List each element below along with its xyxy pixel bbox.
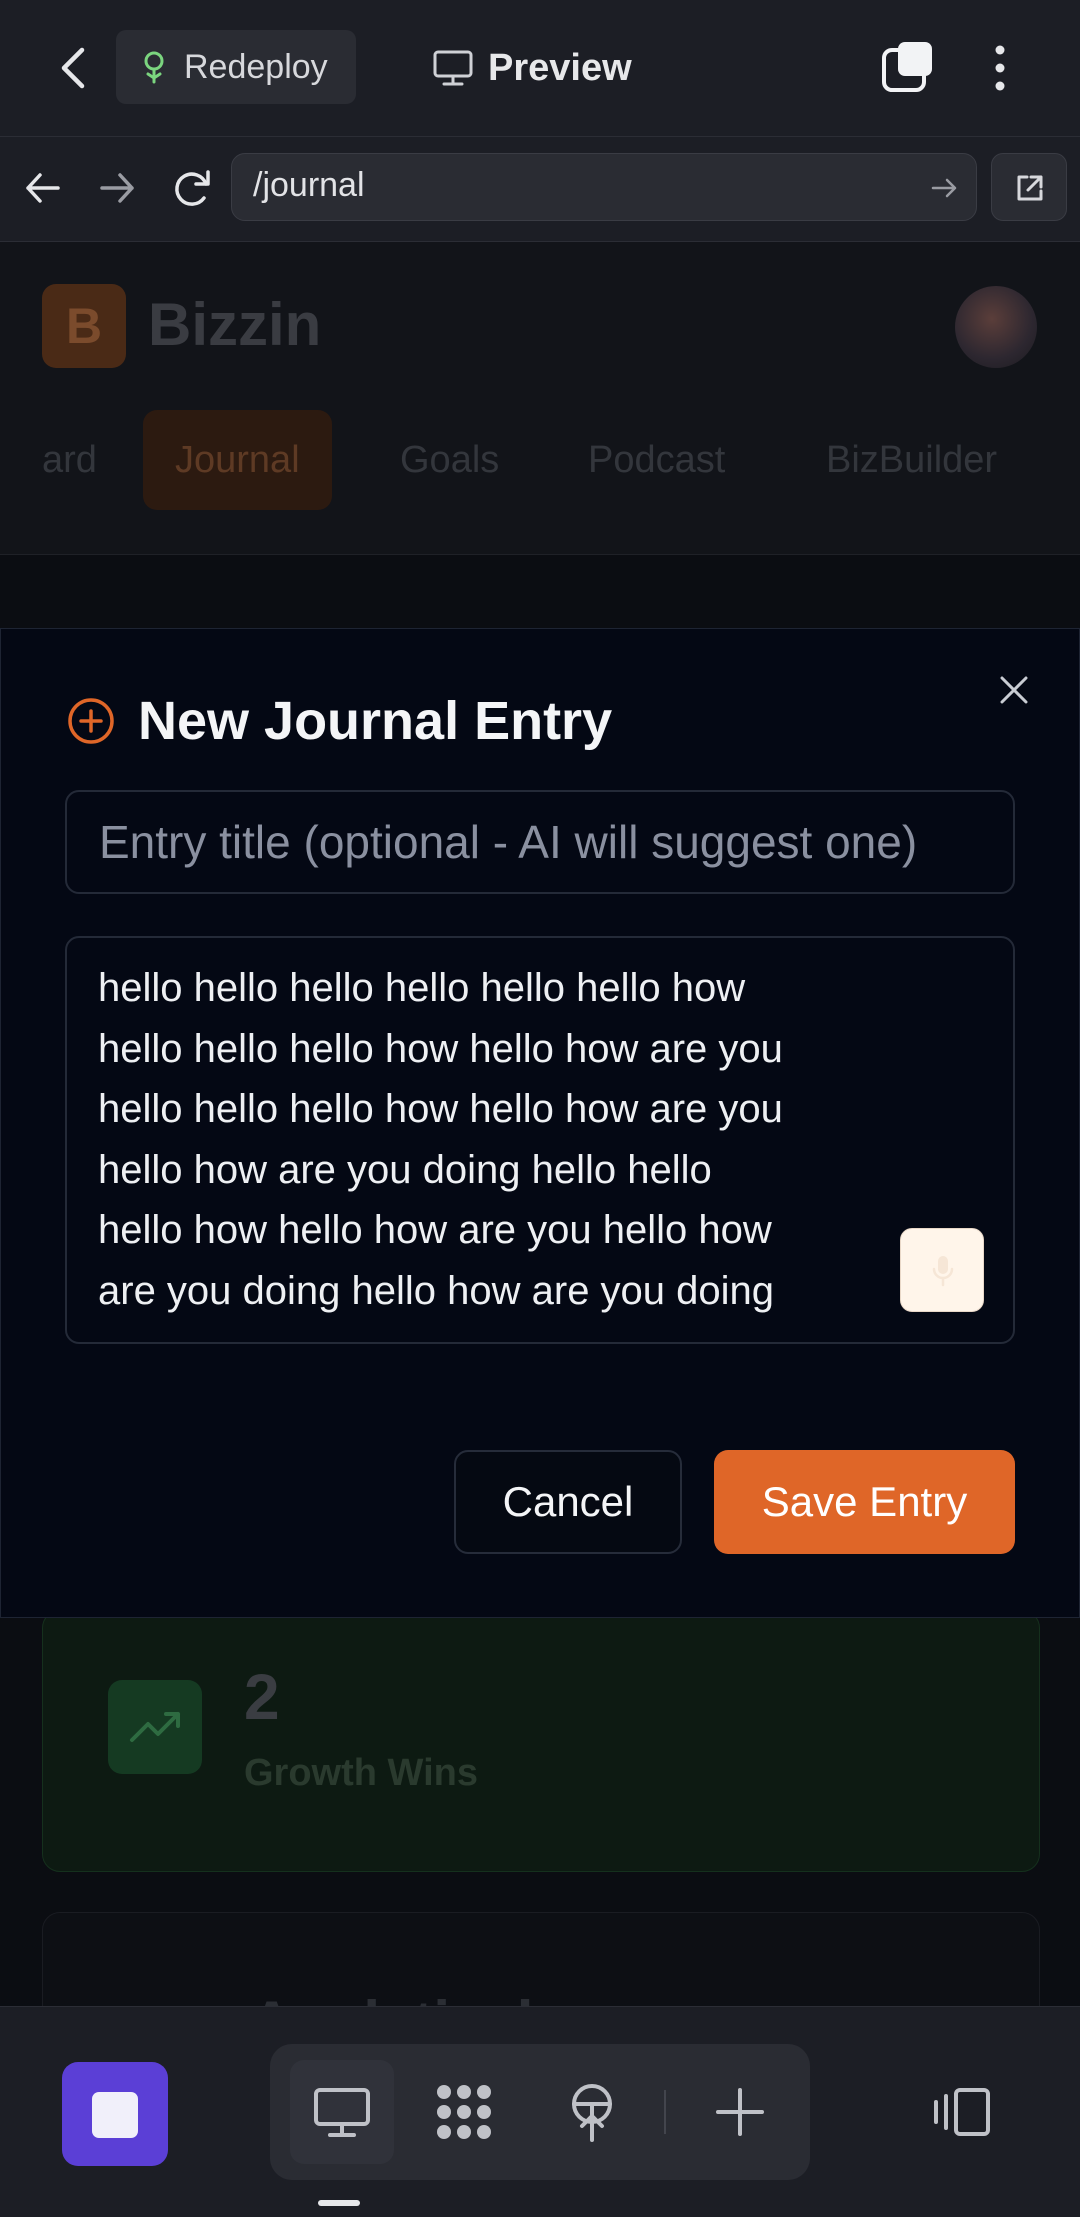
plus-circle-icon <box>66 696 116 746</box>
arrow-left-icon[interactable] <box>18 163 68 213</box>
mic-icon <box>929 1253 957 1294</box>
reload-icon[interactable] <box>166 162 218 214</box>
deploy-icon[interactable] <box>560 2080 624 2144</box>
sprout-icon <box>138 50 170 84</box>
nav-goals[interactable]: Goals <box>400 410 499 510</box>
preview-label: Preview <box>488 46 632 89</box>
entry-body-text: hello hello hello hello hello hello how … <box>98 958 898 1321</box>
monitor-icon[interactable] <box>310 2080 374 2144</box>
entry-title-input[interactable] <box>65 790 1015 894</box>
app-brand: Bizzin <box>148 291 322 358</box>
body-line: hello how hello how are you hello how <box>98 1208 772 1252</box>
kebab-icon[interactable] <box>984 40 1016 96</box>
url-text: /journal <box>253 166 365 204</box>
nav-journal[interactable]: Journal <box>143 410 332 510</box>
sidebar-icon[interactable] <box>930 2084 994 2140</box>
redeploy-button[interactable]: Redeploy <box>116 30 356 104</box>
apps-grid-icon[interactable] <box>432 2080 496 2144</box>
divider <box>664 2090 666 2134</box>
body-line: hello hello hello hello hello hello how <box>98 966 746 1010</box>
mic-button[interactable] <box>900 1228 984 1312</box>
preview-tab[interactable]: Preview <box>432 40 632 96</box>
go-arrow-icon[interactable] <box>928 172 960 204</box>
trending-up-icon <box>108 1680 202 1774</box>
save-entry-button[interactable]: Save Entry <box>714 1450 1015 1554</box>
arrow-right-icon[interactable] <box>92 163 142 213</box>
close-icon[interactable] <box>996 672 1032 708</box>
body-line: are you doing hello how are you doing <box>98 1268 775 1313</box>
nav-dashboard[interactable]: ard <box>42 410 97 510</box>
plus-icon[interactable] <box>708 2080 772 2144</box>
redeploy-label: Redeploy <box>184 47 328 86</box>
monitor-icon <box>432 48 474 88</box>
cancel-button[interactable]: Cancel <box>454 1450 682 1554</box>
growth-wins-label: Growth Wins <box>244 1752 478 1794</box>
app-logo: B <box>42 284 126 368</box>
external-link-button[interactable] <box>991 153 1067 221</box>
modal-title: New Journal Entry <box>138 691 613 751</box>
stop-icon <box>92 2092 138 2138</box>
growth-wins-value: 2 <box>244 1661 280 1733</box>
external-link-icon <box>1013 171 1047 210</box>
body-line: hello how are you doing hello hello <box>98 1147 712 1192</box>
avatar[interactable] <box>955 286 1037 368</box>
nav-podcast[interactable]: Podcast <box>588 410 725 510</box>
back-icon[interactable] <box>50 40 100 96</box>
tabs-icon[interactable] <box>880 40 936 96</box>
body-line: hello hello hello how hello how are you <box>98 1026 783 1071</box>
body-line: hello hello hello how hello how are you <box>98 1087 783 1131</box>
home-indicator <box>318 2200 360 2206</box>
nav-bizbuilder[interactable]: BizBuilder <box>826 410 997 510</box>
